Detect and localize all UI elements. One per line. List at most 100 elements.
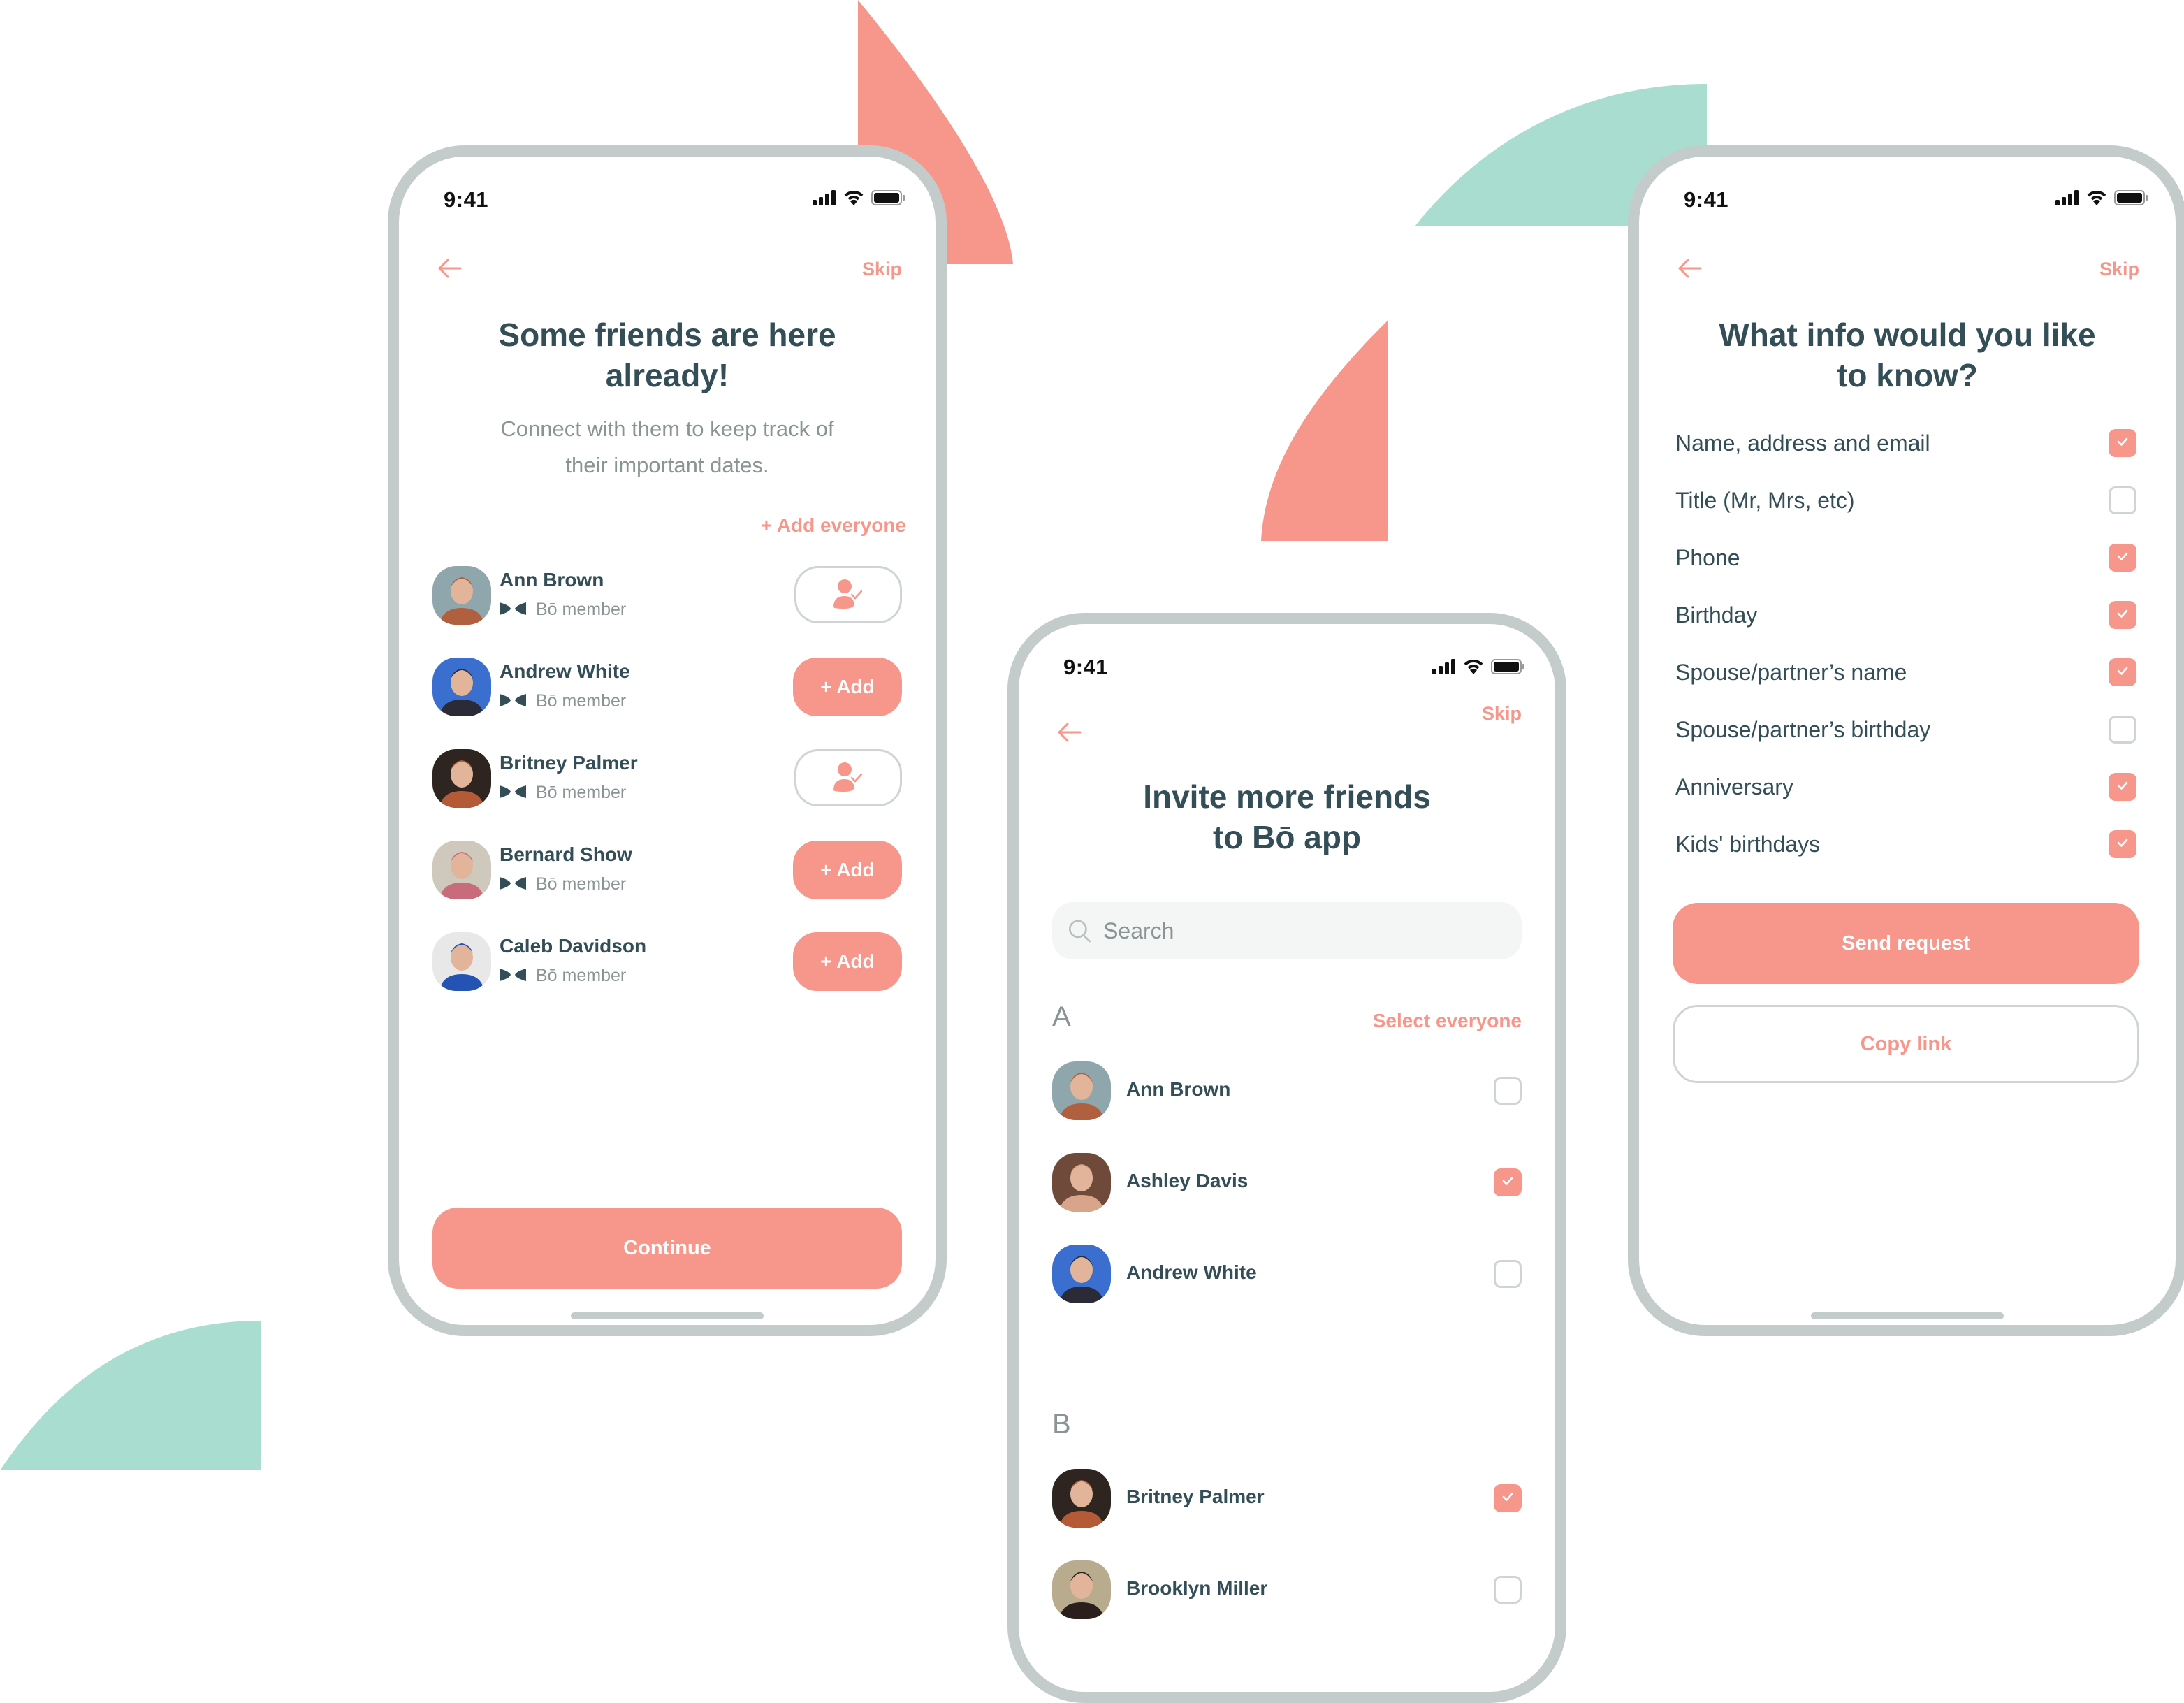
add-friend-button[interactable]: + Add bbox=[793, 841, 902, 899]
check-icon bbox=[1500, 1173, 1515, 1192]
back-arrow-icon[interactable] bbox=[1675, 254, 1703, 282]
wifi-icon bbox=[844, 191, 864, 205]
avatar bbox=[432, 932, 491, 991]
status-time: 9:41 bbox=[444, 187, 489, 212]
contact-checkbox[interactable] bbox=[1494, 1576, 1522, 1604]
member-badge: Bō member bbox=[500, 691, 626, 711]
add-everyone-link[interactable]: + Add everyone bbox=[761, 514, 906, 537]
continue-button[interactable]: Continue bbox=[432, 1208, 902, 1289]
contact-checkbox[interactable] bbox=[1494, 1168, 1522, 1196]
signal-icon bbox=[813, 190, 836, 205]
skip-button[interactable]: Skip bbox=[2099, 259, 2139, 280]
member-badge: Bō member bbox=[500, 783, 626, 803]
status-icons bbox=[1432, 659, 1524, 674]
check-icon bbox=[2115, 663, 2130, 682]
added-friend-button[interactable] bbox=[794, 749, 902, 806]
contact-name: Ashley Davis bbox=[1126, 1170, 1248, 1191]
info-option-checkbox[interactable] bbox=[2109, 716, 2136, 744]
member-badge-label: Bō member bbox=[536, 691, 627, 711]
phone-invite-friends: 9:41 Skip Invite more friends to Bō app … bbox=[1007, 613, 1566, 1703]
page-title: What info would you like to know? bbox=[1719, 317, 2096, 393]
member-name: Ann Brown bbox=[500, 569, 604, 590]
skip-button[interactable]: Skip bbox=[862, 259, 902, 280]
section-letter: A bbox=[1052, 1001, 1071, 1032]
contact-checkbox[interactable] bbox=[1494, 1077, 1522, 1105]
contact-name: Brooklyn Miller bbox=[1126, 1577, 1268, 1599]
avatar bbox=[1052, 1469, 1111, 1528]
check-icon bbox=[2115, 778, 2130, 797]
back-arrow-icon[interactable] bbox=[1055, 718, 1083, 746]
add-friend-button[interactable]: + Add bbox=[793, 658, 902, 716]
avatar bbox=[1052, 1061, 1111, 1120]
contact-name: Ann Brown bbox=[1126, 1078, 1231, 1100]
info-option-label: Spouse/partner’s birthday bbox=[1675, 717, 1931, 742]
decor-shape-salmon-middle bbox=[1261, 320, 1388, 541]
check-icon bbox=[1500, 1489, 1515, 1508]
decor-shape-teal-bottom bbox=[0, 1321, 261, 1470]
avatar bbox=[432, 841, 491, 899]
user-check-icon bbox=[831, 578, 866, 612]
member-name: Bernard Show bbox=[500, 843, 632, 865]
phone-info-request: 9:41 Skip What info would you like to kn… bbox=[1628, 145, 2184, 1336]
phone-friends-here: 9:41 Skip Some friends are here already!… bbox=[388, 145, 947, 1336]
back-arrow-icon[interactable] bbox=[435, 254, 463, 282]
add-friend-button[interactable]: + Add bbox=[793, 932, 902, 991]
avatar bbox=[1052, 1560, 1111, 1619]
copy-link-button[interactable]: Copy link bbox=[1673, 1005, 2139, 1083]
search-input[interactable] bbox=[1102, 917, 1522, 945]
info-option-label: Name, address and email bbox=[1675, 430, 1930, 456]
signal-icon bbox=[1432, 659, 1455, 674]
wifi-icon bbox=[1464, 660, 1483, 674]
avatar bbox=[1052, 1153, 1111, 1212]
check-icon bbox=[2115, 606, 2130, 625]
battery-icon bbox=[2114, 190, 2148, 205]
member-badge: Bō member bbox=[500, 966, 626, 986]
info-option-checkbox[interactable] bbox=[2109, 429, 2136, 457]
info-option-label: Birthday bbox=[1675, 602, 1758, 628]
search-icon bbox=[1068, 920, 1091, 943]
avatar bbox=[432, 658, 491, 716]
avatar bbox=[432, 566, 491, 625]
contact-checkbox[interactable] bbox=[1494, 1260, 1522, 1288]
info-option-checkbox[interactable] bbox=[2109, 486, 2136, 514]
select-everyone-link[interactable]: Select everyone bbox=[1373, 1010, 1522, 1032]
member-badge: Bō member bbox=[500, 600, 626, 620]
info-option-label: Title (Mr, Mrs, etc) bbox=[1675, 488, 1855, 513]
info-option-checkbox[interactable] bbox=[2109, 830, 2136, 858]
bo-logo-icon bbox=[500, 783, 526, 803]
member-name: Andrew White bbox=[500, 660, 630, 682]
skip-button[interactable]: Skip bbox=[1482, 703, 1522, 725]
section-letter: B bbox=[1052, 1409, 1071, 1440]
wifi-icon bbox=[2087, 191, 2106, 205]
home-indicator bbox=[571, 1312, 764, 1319]
signal-icon bbox=[2055, 190, 2079, 205]
info-option-checkbox[interactable] bbox=[2109, 601, 2136, 629]
bo-logo-icon bbox=[500, 600, 526, 620]
info-option-label: Kids' birthdays bbox=[1675, 832, 1821, 857]
bo-logo-icon bbox=[500, 874, 526, 894]
added-friend-button[interactable] bbox=[794, 566, 902, 623]
info-option-label: Spouse/partner’s name bbox=[1675, 660, 1907, 685]
info-option-checkbox[interactable] bbox=[2109, 544, 2136, 572]
check-icon bbox=[2115, 549, 2130, 567]
status-time: 9:41 bbox=[1684, 187, 1729, 212]
send-request-button[interactable]: Send request bbox=[1673, 903, 2139, 984]
member-badge-label: Bō member bbox=[536, 874, 627, 894]
info-option-checkbox[interactable] bbox=[2109, 658, 2136, 686]
contact-name: Britney Palmer bbox=[1126, 1486, 1265, 1507]
member-badge-label: Bō member bbox=[536, 600, 627, 619]
avatar bbox=[432, 749, 491, 808]
member-name: Britney Palmer bbox=[500, 752, 638, 774]
member-name: Caleb Davidson bbox=[500, 935, 647, 957]
check-icon bbox=[2115, 434, 2130, 453]
contact-checkbox[interactable] bbox=[1494, 1484, 1522, 1512]
info-option-checkbox[interactable] bbox=[2109, 773, 2136, 801]
member-badge-label: Bō member bbox=[536, 966, 627, 985]
search-field[interactable] bbox=[1052, 902, 1522, 959]
user-check-icon bbox=[831, 761, 866, 795]
bo-logo-icon bbox=[500, 966, 526, 986]
page-title: Invite more friends to Bō app bbox=[1143, 778, 1431, 855]
avatar bbox=[1052, 1245, 1111, 1303]
page-subtitle: Connect with them to keep track of their… bbox=[500, 416, 834, 477]
status-icons bbox=[2055, 190, 2148, 205]
